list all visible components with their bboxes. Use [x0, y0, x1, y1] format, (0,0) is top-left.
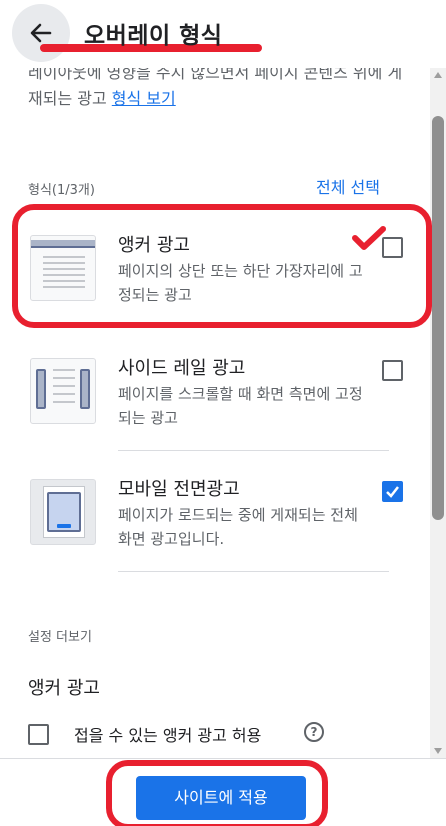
back-button[interactable]	[12, 4, 70, 62]
divider	[118, 571, 389, 572]
collapsible-anchor-checkbox[interactable]	[28, 724, 49, 745]
format-checkbox-interstitial[interactable]	[382, 481, 403, 502]
arrow-left-icon	[30, 23, 52, 43]
page-title: 오버레이 형식	[84, 23, 223, 49]
format-item-interstitial[interactable]: 모바일 전면광고 페이지가 로드되는 중에 게재되는 전체 화면 광고입니다.	[0, 479, 430, 591]
help-icon[interactable]: ?	[304, 722, 324, 742]
divider	[118, 450, 389, 451]
settings-panel: 레이아웃에 영향을 주지 않으면서 페이지 콘텐츠 위에 게재되는 광고 형식 …	[0, 0, 430, 758]
scroll-thumb[interactable]	[432, 116, 444, 520]
format-checkbox-side-rail[interactable]	[382, 360, 403, 381]
red-checkmark-annotation	[352, 226, 386, 250]
anchor-ad-thumbnail	[30, 235, 96, 301]
page-header: 오버레이 형식	[0, 0, 446, 68]
formats-count-label: 형식(1/3개)	[28, 183, 95, 198]
format-description: 페이지의 상단 또는 하단 가장자리에 고정되는 광고	[118, 262, 363, 304]
apply-to-site-button[interactable]: 사이트에 적용	[136, 776, 306, 820]
format-name: 모바일 전면광고	[118, 479, 240, 500]
more-settings-label: 설정 더보기	[28, 630, 92, 645]
collapsible-anchor-option[interactable]: 접을 수 있는 앵커 광고 허용 ?	[28, 722, 408, 748]
scroll-down-arrow-icon[interactable]	[434, 748, 442, 754]
select-all-link[interactable]: 전체 선택	[316, 174, 380, 198]
format-description: 페이지를 스크롤할 때 화면 측면에 고정되는 광고	[118, 385, 363, 427]
mobile-interstitial-thumbnail	[30, 479, 96, 545]
divider	[118, 327, 389, 328]
format-name: 사이드 레일 광고	[118, 358, 246, 379]
format-item-side-rail[interactable]: 사이드 레일 광고 페이지를 스크롤할 때 화면 측면에 고정되는 광고	[0, 358, 430, 470]
collapsible-anchor-label: 접을 수 있는 앵커 광고 허용	[74, 726, 262, 745]
scroll-up-arrow-icon[interactable]	[434, 72, 442, 78]
view-formats-link[interactable]: 형식 보기	[112, 89, 176, 108]
side-rail-ad-thumbnail	[30, 358, 96, 424]
check-icon	[386, 486, 399, 498]
format-description: 페이지가 로드되는 중에 게재되는 전체 화면 광고입니다.	[118, 506, 358, 548]
format-name: 앵커 광고	[118, 235, 190, 256]
anchor-settings-title: 앵커 광고	[28, 678, 100, 699]
vertical-scrollbar[interactable]	[430, 68, 446, 758]
footer-bar: 사이트에 적용	[0, 758, 446, 826]
